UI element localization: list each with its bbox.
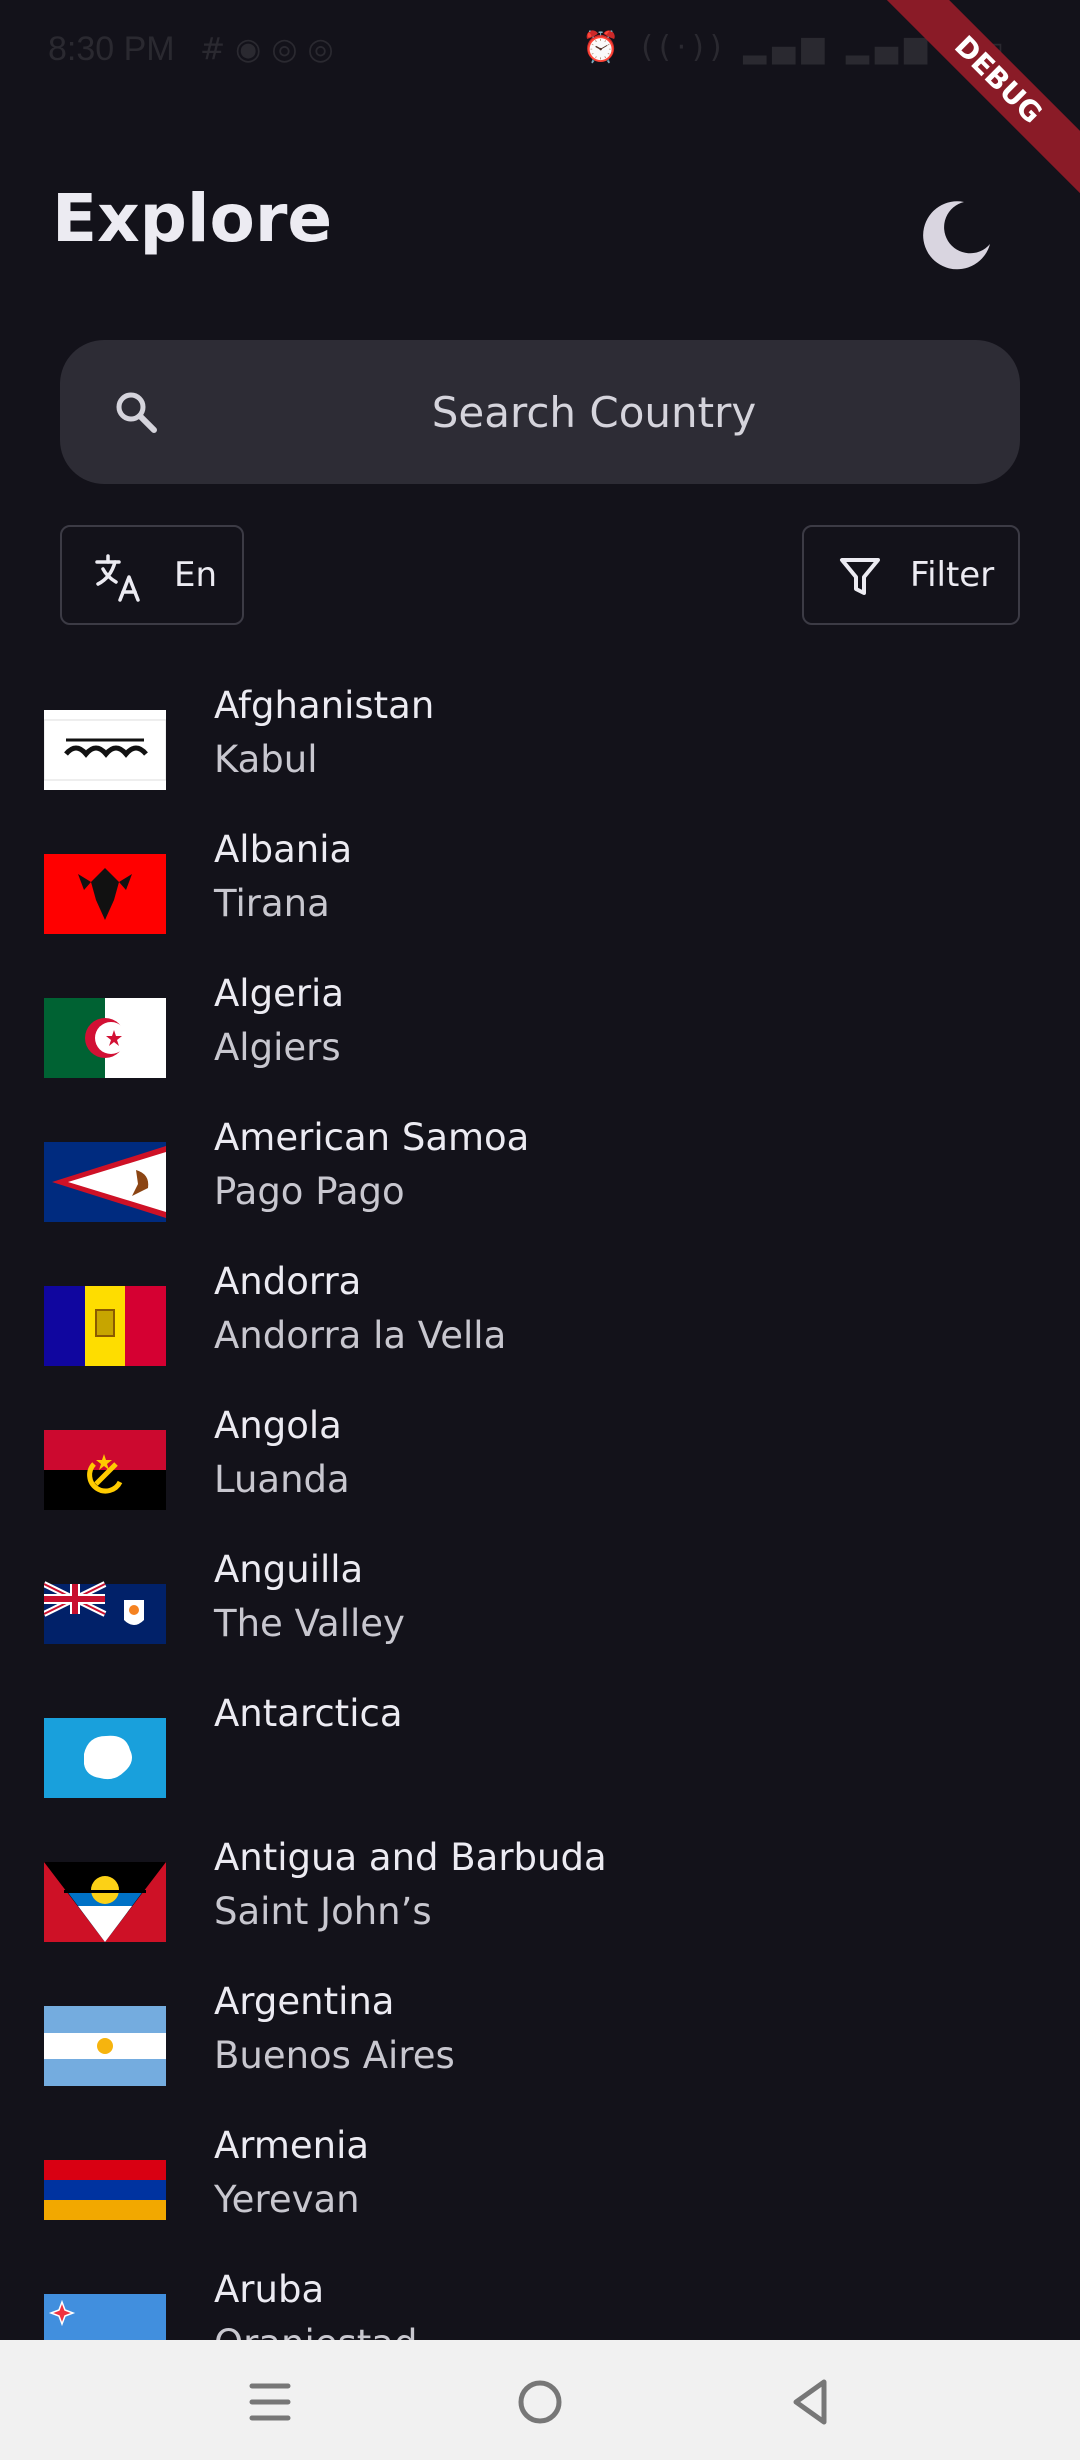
country-name: Albania: [214, 828, 353, 871]
language-button[interactable]: En: [60, 525, 244, 625]
flag-american-samoa: [44, 1142, 166, 1222]
list-item[interactable]: Albania Tirana: [0, 814, 1080, 958]
flag-anguilla: [44, 1574, 166, 1654]
country-capital: Algiers: [214, 1026, 341, 1069]
list-item[interactable]: Antarctica: [0, 1678, 1080, 1822]
flag-armenia: [44, 2150, 166, 2230]
page-title: Explore: [52, 180, 333, 257]
country-capital: Oranjestad: [214, 2322, 417, 2340]
flag-antigua-and-barbuda: [44, 1862, 166, 1942]
moon-icon[interactable]: [920, 198, 992, 270]
filter-icon: [838, 555, 882, 599]
list-item[interactable]: American Samoa Pago Pago: [0, 1102, 1080, 1246]
list-item[interactable]: Andorra Andorra la Vella: [0, 1246, 1080, 1390]
country-name: Argentina: [214, 1980, 395, 2023]
country-capital: Yerevan: [214, 2178, 360, 2221]
country-name: American Samoa: [214, 1116, 530, 1159]
list-item[interactable]: Aruba Oranjestad: [0, 2254, 1080, 2340]
country-name: Afghanistan: [214, 684, 435, 727]
menu-icon[interactable]: [240, 2372, 300, 2432]
country-name: Angola: [214, 1404, 342, 1447]
country-name: Anguilla: [214, 1548, 364, 1591]
country-name: Algeria: [214, 972, 345, 1015]
filter-button[interactable]: Filter: [802, 525, 1020, 625]
search-bar: [60, 340, 1020, 484]
list-item[interactable]: Anguilla The Valley: [0, 1534, 1080, 1678]
list-item[interactable]: Afghanistan Kabul: [0, 670, 1080, 814]
country-name: Aruba: [214, 2268, 325, 2311]
country-name: Andorra: [214, 1260, 362, 1303]
notification-icons: #◉◎◎: [200, 32, 344, 67]
list-item[interactable]: Armenia Yerevan: [0, 2110, 1080, 2254]
country-list: Afghanistan Kabul Albania Tirana Algeria…: [0, 670, 1080, 2340]
flag-aruba: [44, 2294, 166, 2340]
translate-icon: [94, 553, 144, 603]
home-circle-icon[interactable]: [510, 2372, 570, 2432]
country-name: Armenia: [214, 2124, 370, 2167]
flag-algeria: [44, 998, 166, 1078]
country-capital: The Valley: [214, 1602, 405, 1645]
country-name: Antigua and Barbuda: [214, 1836, 607, 1879]
system-nav-bar: [0, 2340, 1080, 2460]
flag-antarctica: [44, 1718, 166, 1798]
country-capital: Andorra la Vella: [214, 1314, 507, 1357]
filter-label: Filter: [910, 555, 995, 595]
flag-andorra: [44, 1286, 166, 1366]
language-label: En: [174, 555, 218, 595]
search-input[interactable]: [60, 340, 1020, 484]
country-capital: Luanda: [214, 1458, 350, 1501]
country-capital: Buenos Aires: [214, 2034, 455, 2077]
list-item[interactable]: Algeria Algiers: [0, 958, 1080, 1102]
country-capital: Tirana: [214, 882, 330, 925]
flag-afghanistan: [44, 710, 166, 790]
search-icon: [112, 388, 160, 436]
flag-argentina: [44, 2006, 166, 2086]
back-triangle-icon[interactable]: [780, 2372, 840, 2432]
country-capital: Pago Pago: [214, 1170, 405, 1213]
country-name: Antarctica: [214, 1692, 403, 1735]
flag-angola: [44, 1430, 166, 1510]
country-capital: Saint John’s: [214, 1890, 432, 1933]
list-item[interactable]: Argentina Buenos Aires: [0, 1966, 1080, 2110]
list-item[interactable]: Antigua and Barbuda Saint John’s: [0, 1822, 1080, 1966]
status-time: 8:30 PM: [48, 30, 175, 68]
flag-albania: [44, 854, 166, 934]
country-capital: Kabul: [214, 738, 318, 781]
list-item[interactable]: Angola Luanda: [0, 1390, 1080, 1534]
